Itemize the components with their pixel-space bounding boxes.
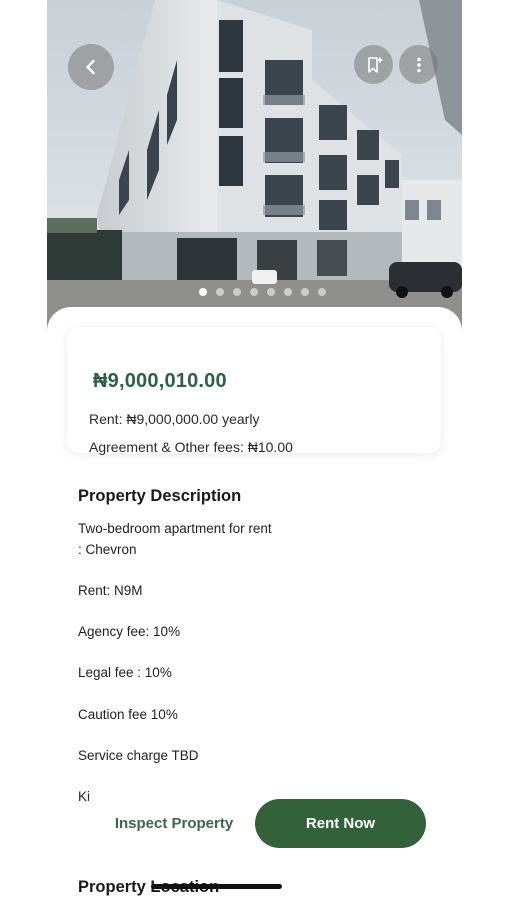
description-line: Agency fee: 10% xyxy=(78,624,181,639)
price-card: ₦9,000,010.00 Rent: ₦9,000,000.00 yearly… xyxy=(67,327,441,455)
property-photo-carousel[interactable] xyxy=(47,0,462,335)
total-price: ₦9,000,010.00 xyxy=(93,370,227,392)
description-line: : Chevron xyxy=(78,542,137,557)
carousel-dot[interactable] xyxy=(232,288,241,296)
description-line: Service charge TBD xyxy=(78,748,199,763)
home-indicator[interactable] xyxy=(151,884,282,889)
description-line: Rent: N9M xyxy=(78,583,143,598)
description-title: Property Description xyxy=(78,487,242,505)
agreement-fees: Agreement & Other fees: ₦10.00 xyxy=(89,439,293,455)
property-photo xyxy=(47,0,462,335)
description-line: Two-bedroom apartment for rent xyxy=(78,521,272,536)
carousel-dot[interactable] xyxy=(215,288,224,296)
bookmark-add-icon xyxy=(367,56,383,73)
chevron-left-icon xyxy=(86,59,95,75)
carousel-dot[interactable] xyxy=(266,288,275,296)
description-line: Legal fee : 10% xyxy=(78,665,172,680)
back-button[interactable] xyxy=(68,44,114,90)
carousel-indicator[interactable] xyxy=(47,288,462,296)
description-line: Caution fee 10% xyxy=(78,707,178,722)
more-vertical-icon xyxy=(416,57,421,72)
carousel-dot[interactable] xyxy=(300,288,309,296)
bookmark-button[interactable] xyxy=(354,45,393,84)
action-bar: Inspect Property Rent Now xyxy=(87,797,429,853)
inspect-property-button[interactable]: Inspect Property xyxy=(99,807,249,839)
carousel-dot[interactable] xyxy=(317,288,326,296)
carousel-dot[interactable] xyxy=(249,288,258,296)
property-details-screen: ₦9,000,010.00 Rent: ₦9,000,000.00 yearly… xyxy=(47,0,462,900)
description-line: Ki xyxy=(78,789,91,804)
more-options-button[interactable] xyxy=(399,45,438,84)
rent-now-button[interactable]: Rent Now xyxy=(255,799,426,848)
carousel-dot[interactable] xyxy=(283,288,292,296)
rent-amount: Rent: ₦9,000,000.00 yearly xyxy=(89,411,260,427)
carousel-dot[interactable] xyxy=(198,288,207,296)
